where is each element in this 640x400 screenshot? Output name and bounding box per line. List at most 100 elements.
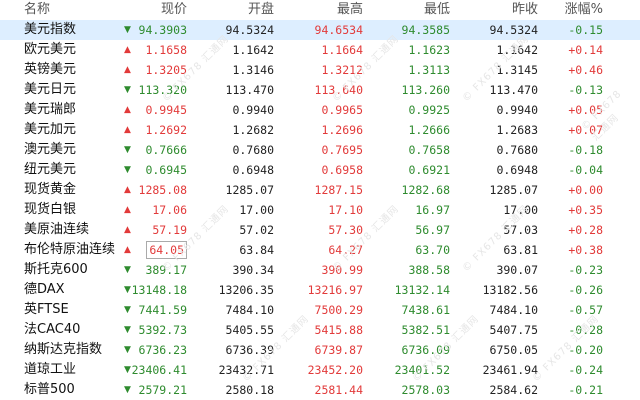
cell-high: 13216.97 (307, 283, 363, 297)
triangle-up-icon: ▲ (124, 125, 131, 135)
instrument-name: 美元加元 (24, 122, 77, 137)
cell-current: 389.17 (145, 263, 187, 277)
cell-current: 113.320 (138, 83, 187, 97)
instrument-name: 现货白银 (24, 202, 77, 217)
cell-change: -0.24 (568, 363, 603, 377)
cell-low: 5382.51 (401, 323, 450, 337)
cell-low: 0.7658 (408, 143, 450, 157)
cell-open: 17.00 (239, 203, 274, 217)
cell-open: 13206.35 (218, 283, 274, 297)
cell-current: 5392.73 (138, 323, 187, 337)
cell-high: 390.99 (321, 263, 363, 277)
table-row[interactable]: 纳斯达克指数 ▼ 6736.23 6736.39 6739.87 6736.09 6750.… (0, 340, 640, 360)
cell-high: 1.1664 (321, 43, 363, 57)
cell-high: 1.3212 (321, 63, 363, 77)
cell-change: +0.28 (568, 223, 603, 237)
header-change[interactable]: 涨幅% (565, 0, 603, 20)
cell-change: +0.00 (568, 183, 603, 197)
header-name[interactable]: 名称 (24, 0, 50, 20)
table-row[interactable]: 标普500 ▼ 2579.21 2580.18 2581.44 2578.03 2584.6… (0, 380, 640, 400)
instrument-name: 标普500 (24, 382, 75, 397)
triangle-down-icon: ▼ (124, 285, 131, 295)
instrument-name: 纽元美元 (24, 162, 77, 177)
table-row[interactable]: 斯托克600 ▼ 389.17 390.34 390.99 388.58 390.07 -0.… (0, 260, 640, 280)
cell-prev: 94.5324 (489, 23, 538, 37)
table-row[interactable]: 美元瑞郎 ▲ 0.9945 0.9940 0.9965 0.9925 0.9940 +0.05 (0, 100, 640, 120)
table-row[interactable]: 欧元美元 ▲ 1.1658 1.1642 1.1664 1.1623 1.1642 +0.14 (0, 40, 640, 60)
header-prev[interactable]: 昨收 (512, 0, 538, 20)
cell-open: 1285.07 (225, 183, 274, 197)
table-row[interactable]: 现货白银 ▲ 17.06 17.00 17.10 16.97 17.00 +0.35 (0, 200, 640, 220)
cell-prev: 1.1642 (496, 43, 538, 57)
cell-high: 1.2696 (321, 123, 363, 137)
cell-current: 1.3205 (145, 63, 187, 77)
table-row[interactable]: 澳元美元 ▼ 0.7666 0.7680 0.7695 0.7658 0.7680 -0.18 (0, 140, 640, 160)
table-row[interactable]: 英FTSE ▼ 7441.59 7484.10 7500.29 7438.61 7484.1… (0, 300, 640, 320)
triangle-up-icon: ▲ (124, 105, 131, 115)
triangle-up-icon: ▲ (124, 185, 131, 195)
triangle-down-icon: ▼ (124, 25, 131, 35)
instrument-name: 法CAC40 (24, 322, 81, 337)
cell-low: 1.3113 (408, 63, 450, 77)
triangle-down-icon: ▼ (124, 305, 131, 315)
header-current[interactable]: 现价 (161, 0, 187, 20)
triangle-down-icon: ▼ (124, 85, 131, 95)
table-header: 名称 现价 开盘 最高 最低 昨收 涨幅% (0, 0, 640, 20)
cell-current: 0.9945 (145, 103, 187, 117)
cell-low: 0.6921 (408, 163, 450, 177)
triangle-up-icon: ▲ (124, 245, 131, 255)
cell-high: 23452.20 (307, 363, 363, 377)
header-low[interactable]: 最低 (424, 0, 450, 20)
triangle-down-icon: ▼ (124, 165, 131, 175)
table-row[interactable]: 布伦特原油连续 ▲ 64.05 63.84 64.27 63.70 63.81 +0.38 (0, 240, 640, 260)
cell-change: -0.18 (568, 143, 603, 157)
cell-current: 17.06 (152, 203, 187, 217)
triangle-down-icon: ▼ (124, 385, 131, 395)
cell-high: 6739.87 (314, 343, 363, 357)
cell-high: 0.7695 (321, 143, 363, 157)
table-row[interactable]: 美元指数 ▼ 94.3903 94.5324 94.6534 94.3585 94.5324… (0, 20, 640, 40)
cell-prev: 63.81 (503, 243, 538, 257)
cell-low: 13132.14 (394, 283, 450, 297)
triangle-up-icon: ▲ (124, 205, 131, 215)
triangle-down-icon: ▼ (124, 345, 131, 355)
header-high[interactable]: 最高 (337, 0, 363, 20)
cell-low: 388.58 (408, 263, 450, 277)
cell-current: 0.6945 (145, 163, 187, 177)
cell-high: 17.10 (328, 203, 363, 217)
cell-current: 0.7666 (145, 143, 187, 157)
cell-high: 5415.88 (314, 323, 363, 337)
instrument-name: 美元指数 (24, 22, 77, 37)
cell-current: 23406.41 (131, 363, 187, 377)
quotes-table: 名称 现价 开盘 最高 最低 昨收 涨幅% 美元指数 ▼ 94.3903 94.532… (0, 0, 640, 400)
cell-current: 1.1658 (145, 43, 187, 57)
instrument-name: 美元日元 (24, 82, 77, 97)
table-row[interactable]: 道琼工业 ▼ 23406.41 23432.71 23452.20 23401.52 234… (0, 360, 640, 380)
table-row[interactable]: 纽元美元 ▼ 0.6945 0.6948 0.6958 0.6921 0.6948 -0.04 (0, 160, 640, 180)
instrument-name: 德DAX (24, 282, 65, 297)
table-row[interactable]: 英镑美元 ▲ 1.3205 1.3146 1.3212 1.3113 1.3145 +0.46 (0, 60, 640, 80)
cell-change: +0.07 (568, 123, 603, 137)
header-open[interactable]: 开盘 (248, 0, 274, 20)
instrument-name: 布伦特原油连续 (24, 242, 116, 257)
cell-open: 6736.39 (225, 343, 274, 357)
table-row[interactable]: 美元加元 ▲ 1.2692 1.2682 1.2696 1.2666 1.2683 +0.07 (0, 120, 640, 140)
cell-high: 0.9965 (321, 103, 363, 117)
cell-low: 0.9925 (408, 103, 450, 117)
cell-change: -0.21 (568, 383, 603, 397)
table-row[interactable]: 现货黄金 ▲ 1285.08 1285.07 1287.15 1282.68 1285.07… (0, 180, 640, 200)
instrument-name: 纳斯达克指数 (24, 342, 103, 357)
cell-open: 7484.10 (225, 303, 274, 317)
instrument-name: 英FTSE (24, 302, 69, 317)
cell-change: -0.57 (568, 303, 603, 317)
cell-prev: 6750.05 (489, 343, 538, 357)
table-row[interactable]: 美元日元 ▼ 113.320 113.470 113.640 113.260 113.470… (0, 80, 640, 100)
instrument-name: 美原油连续 (24, 222, 90, 237)
table-body: 美元指数 ▼ 94.3903 94.5324 94.6534 94.3585 94.5324… (0, 20, 640, 400)
instrument-name: 道琼工业 (24, 362, 77, 377)
table-row[interactable]: 法CAC40 ▼ 5392.73 5405.55 5415.88 5382.51 5407.… (0, 320, 640, 340)
cell-prev: 7484.10 (489, 303, 538, 317)
table-row[interactable]: 德DAX ▼ 13148.18 13206.35 13216.97 13132.14 131… (0, 280, 640, 300)
cell-open: 5405.55 (225, 323, 274, 337)
table-row[interactable]: 美原油连续 ▲ 57.19 57.02 57.30 56.97 57.03 +0.28 (0, 220, 640, 240)
